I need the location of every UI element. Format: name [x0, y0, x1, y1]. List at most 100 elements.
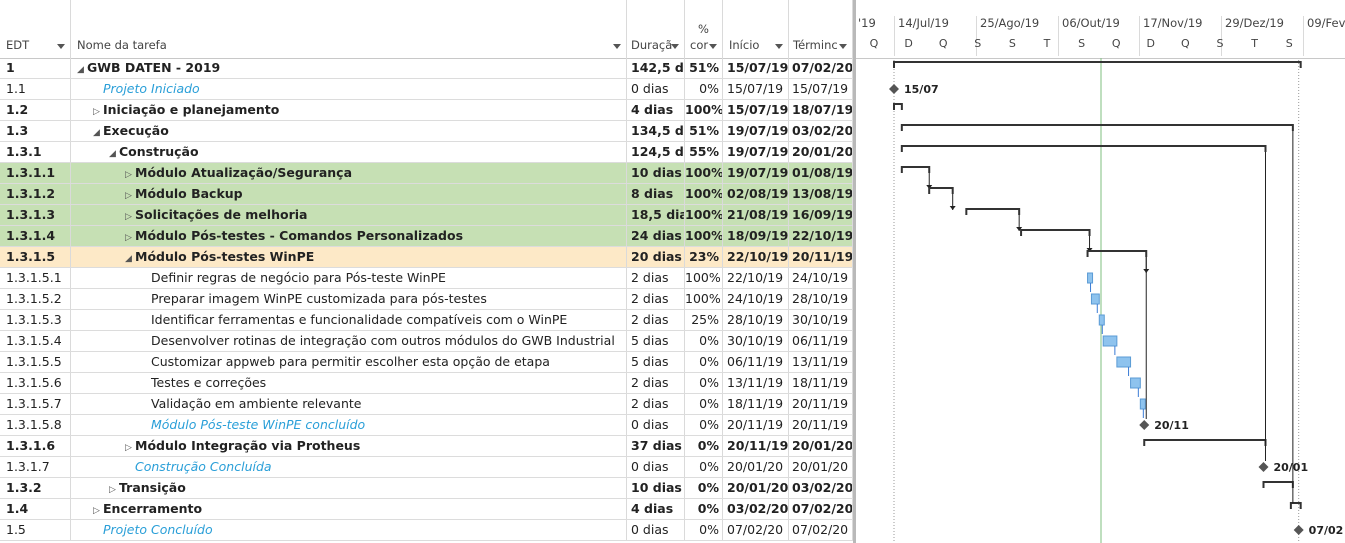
task-row[interactable]: 1.3.1.1 ▷ Módulo Atualização/Segurança 10 d… [0, 163, 855, 184]
task-name-cell[interactable]: ▷ Solicitações de melhoria [71, 205, 627, 225]
percent-complete-cell[interactable]: 100% [685, 268, 723, 288]
filter-arrow-icon[interactable] [671, 44, 679, 49]
task-name-cell[interactable]: ◢ Módulo Pós-testes WinPE [71, 247, 627, 267]
percent-complete-cell[interactable]: 100% [685, 226, 723, 246]
percent-complete-cell[interactable]: 23% [685, 247, 723, 267]
duration-cell[interactable]: 0 dias [627, 415, 685, 435]
task-name-cell[interactable]: Projeto Iniciado [71, 79, 627, 99]
percent-complete-cell[interactable]: 25% [685, 310, 723, 330]
finish-cell[interactable]: 15/07/19 [789, 79, 853, 99]
wbs-cell[interactable]: 1.3.1.4 [0, 226, 71, 246]
start-cell[interactable]: 24/10/19 [723, 289, 789, 309]
start-cell[interactable]: 19/07/19 [723, 121, 789, 141]
task-row[interactable]: 1.3.1.5.8 Módulo Pós-teste WinPE concluíd… [0, 415, 855, 436]
wbs-cell[interactable]: 1.3.2 [0, 478, 71, 498]
start-cell[interactable]: 18/11/19 [723, 394, 789, 414]
task-name-cell[interactable]: ▷ Encerramento [71, 499, 627, 519]
duration-cell[interactable]: 18,5 dias [627, 205, 685, 225]
filter-arrow-icon[interactable] [613, 44, 621, 49]
percent-complete-cell[interactable]: 0% [685, 331, 723, 351]
task-name-cell[interactable]: ▷ Módulo Pós-testes - Comandos Personaliz… [71, 226, 627, 246]
column-header-duration[interactable]: Duraçã [627, 0, 685, 58]
finish-cell[interactable]: 18/11/19 [789, 373, 853, 393]
finish-cell[interactable]: 30/10/19 [789, 310, 853, 330]
task-row[interactable]: 1.3.1.5 ◢ Módulo Pós-testes WinPE 20 dias 23… [0, 247, 855, 268]
start-cell[interactable]: 07/02/20 [723, 520, 789, 540]
wbs-cell[interactable]: 1.4 [0, 499, 71, 519]
start-cell[interactable]: 30/10/19 [723, 331, 789, 351]
column-header-start[interactable]: Início [723, 0, 789, 58]
percent-complete-cell[interactable]: 0% [685, 415, 723, 435]
task-name-cell[interactable]: Definir regras de negócio para Pós-teste… [71, 268, 627, 288]
wbs-cell[interactable]: 1.5 [0, 520, 71, 540]
task-row[interactable]: 1.2 ▷ Iniciação e planejamento 4 dias 100% 15… [0, 100, 855, 121]
finish-cell[interactable]: 20/01/20 [789, 142, 853, 162]
task-name-cell[interactable]: Desenvolver rotinas de integração com ou… [71, 331, 627, 351]
filter-arrow-icon[interactable] [57, 44, 65, 49]
finish-cell[interactable]: 13/08/19 [789, 184, 853, 204]
percent-complete-cell[interactable]: 55% [685, 142, 723, 162]
task-name-cell[interactable]: ◢ GWB DATEN - 2019 [71, 58, 627, 78]
task-name-cell[interactable]: ▷ Módulo Atualização/Segurança [71, 163, 627, 183]
wbs-cell[interactable]: 1.3 [0, 121, 71, 141]
task-name-cell[interactable]: ▷ Módulo Backup [71, 184, 627, 204]
column-header-task-name[interactable]: Nome da tarefa [71, 0, 627, 58]
start-cell[interactable]: 15/07/19 [723, 79, 789, 99]
task-name-cell[interactable]: ▷ Iniciação e planejamento [71, 100, 627, 120]
start-cell[interactable]: 20/01/20 [723, 478, 789, 498]
task-name-cell[interactable]: ▷ Módulo Integração via Protheus [71, 436, 627, 456]
start-cell[interactable]: 06/11/19 [723, 352, 789, 372]
duration-cell[interactable]: 10 dias [627, 478, 685, 498]
start-cell[interactable]: 22/10/19 [723, 268, 789, 288]
expand-triangle-icon[interactable]: ▷ [93, 102, 103, 120]
task-row[interactable]: 1.3.1.5.2 Preparar imagem WinPE customiza… [0, 289, 855, 310]
finish-cell[interactable]: 03/02/20 [789, 478, 853, 498]
task-name-cell[interactable]: Testes e correções [71, 373, 627, 393]
task-row[interactable]: 1.3.1◢Construção124,5 dia55%19/07/1920/0… [0, 142, 855, 163]
task-row[interactable]: 1.3.1.4 ▷ Módulo Pós-testes - Comandos Per… [0, 226, 855, 247]
column-header-finish[interactable]: Términc [789, 0, 853, 58]
expand-triangle-icon[interactable]: ▷ [93, 501, 103, 519]
task-name-cell[interactable]: ◢ Construção [71, 142, 627, 162]
finish-cell[interactable]: 07/02/20 [789, 58, 853, 78]
finish-cell[interactable]: 16/09/19 [789, 205, 853, 225]
duration-cell[interactable]: 0 dias [627, 457, 685, 477]
task-name-cell[interactable]: ◢ Execução [71, 121, 627, 141]
wbs-cell[interactable]: 1.3.1.3 [0, 205, 71, 225]
expand-triangle-icon[interactable]: ▷ [125, 165, 135, 183]
task-row[interactable]: 1.3.1.5.1 Definir regras de negócio para … [0, 268, 855, 289]
task-name-cell[interactable]: Projeto Concluído [71, 520, 627, 540]
wbs-cell[interactable]: 1.3.1.5.4 [0, 331, 71, 351]
task-name-cell[interactable]: Customizar appweb para permitir escolher… [71, 352, 627, 372]
start-cell[interactable]: 03/02/20 [723, 499, 789, 519]
finish-cell[interactable]: 28/10/19 [789, 289, 853, 309]
percent-complete-cell[interactable]: 0% [685, 499, 723, 519]
duration-cell[interactable]: 10 dias [627, 163, 685, 183]
finish-cell[interactable]: 13/11/19 [789, 352, 853, 372]
task-row[interactable]: 1.3◢Execução134,5 dia51%19/07/1903/02/20 [0, 121, 855, 142]
wbs-cell[interactable]: 1.3.1 [0, 142, 71, 162]
filter-arrow-icon[interactable] [775, 44, 783, 49]
percent-complete-cell[interactable]: 0% [685, 373, 723, 393]
finish-cell[interactable]: 06/11/19 [789, 331, 853, 351]
finish-cell[interactable]: 20/01/20 [789, 457, 853, 477]
duration-cell[interactable]: 2 dias [627, 289, 685, 309]
start-cell[interactable]: 22/10/19 [723, 247, 789, 267]
start-cell[interactable]: 21/08/19 [723, 205, 789, 225]
task-name-cell[interactable]: Identificar ferramentas e funcionalidade… [71, 310, 627, 330]
task-name-cell[interactable]: Validação em ambiente relevante [71, 394, 627, 414]
percent-complete-cell[interactable]: 0% [685, 79, 723, 99]
percent-complete-cell[interactable]: 100% [685, 184, 723, 204]
task-row[interactable]: 1.3.1.5.4 Desenvolver rotinas de integraç… [0, 331, 855, 352]
start-cell[interactable]: 28/10/19 [723, 310, 789, 330]
duration-cell[interactable]: 4 dias [627, 100, 685, 120]
task-row[interactable]: 1.3.1.5.7 Validação em ambiente relevante… [0, 394, 855, 415]
wbs-cell[interactable]: 1.1 [0, 79, 71, 99]
task-row[interactable]: 1.3.2 ▷ Transição 10 dias 0% 20/01/20 03/02/20 [0, 478, 855, 499]
expand-triangle-icon[interactable]: ▷ [125, 186, 135, 204]
wbs-cell[interactable]: 1.3.1.5.1 [0, 268, 71, 288]
task-row[interactable]: 1.3.1.6 ▷ Módulo Integração via Protheus 37… [0, 436, 855, 457]
wbs-cell[interactable]: 1.3.1.5 [0, 247, 71, 267]
duration-cell[interactable]: 2 dias [627, 268, 685, 288]
expand-triangle-icon[interactable]: ▷ [109, 480, 119, 498]
